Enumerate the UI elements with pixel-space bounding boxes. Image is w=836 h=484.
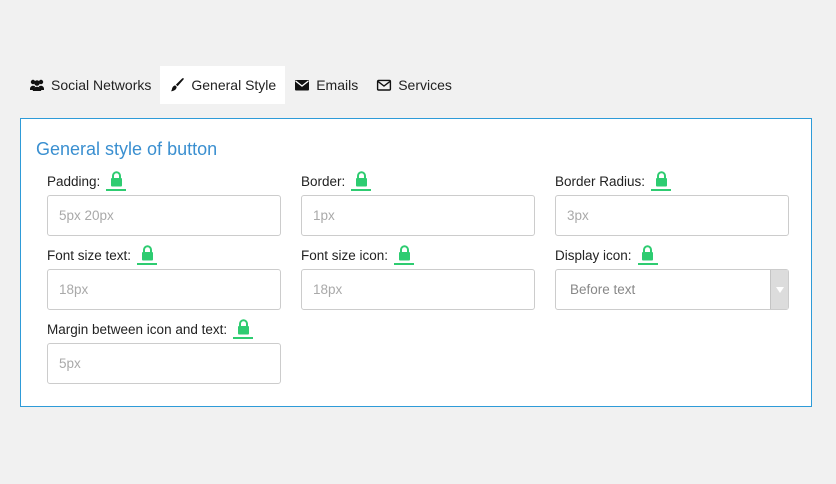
users-icon	[29, 77, 45, 93]
font-size-icon-field-group: Font size icon:	[301, 243, 537, 310]
tab-label: Services	[398, 77, 452, 93]
envelope-icon	[294, 77, 310, 93]
font-size-icon-label: Font size icon:	[301, 248, 389, 263]
border-radius-field-group: Border Radius:	[555, 169, 791, 236]
brush-icon	[169, 77, 185, 93]
tab-general-style[interactable]: General Style	[160, 66, 286, 104]
margin-input[interactable]	[47, 343, 281, 384]
dropdown-toggle[interactable]	[770, 270, 788, 309]
lock-icon[interactable]	[106, 171, 127, 191]
margin-field-group: Margin between icon and text:	[47, 317, 283, 384]
font-size-text-label: Font size text:	[47, 248, 132, 263]
lock-icon[interactable]	[351, 171, 372, 191]
tab-bar: Social Networks General Style Emails Ser…	[20, 66, 461, 104]
tab-services[interactable]: Services	[367, 66, 461, 104]
lock-icon[interactable]	[637, 245, 658, 265]
padding-input[interactable]	[47, 195, 281, 236]
font-size-text-field-group: Font size text:	[47, 243, 283, 310]
tab-label: Emails	[316, 77, 359, 93]
tab-emails[interactable]: Emails	[285, 66, 367, 104]
lock-icon[interactable]	[394, 245, 415, 265]
panel-title: General style of button	[36, 139, 218, 159]
border-radius-label: Border Radius:	[555, 174, 646, 189]
lock-icon[interactable]	[651, 171, 672, 191]
border-label: Border:	[301, 174, 346, 189]
envelope-outline-icon	[376, 77, 392, 93]
display-icon-selected-value: Before text	[570, 282, 636, 297]
font-size-icon-input[interactable]	[301, 269, 535, 310]
border-input[interactable]	[301, 195, 535, 236]
font-size-text-input[interactable]	[47, 269, 281, 310]
padding-label: Padding:	[47, 174, 101, 189]
lock-icon[interactable]	[137, 245, 158, 265]
border-field-group: Border:	[301, 169, 537, 236]
display-icon-field-group: Display icon: Before text	[555, 243, 791, 310]
tab-label: Social Networks	[51, 77, 152, 93]
border-radius-input[interactable]	[555, 195, 789, 236]
padding-field-group: Padding:	[47, 169, 283, 236]
lock-icon[interactable]	[233, 319, 254, 339]
margin-label: Margin between icon and text:	[47, 322, 228, 337]
display-icon-label: Display icon:	[555, 248, 632, 263]
tab-label: General Style	[191, 77, 277, 93]
general-style-panel: General style of button Padding: Border:…	[20, 118, 812, 407]
display-icon-select[interactable]: Before text	[555, 269, 789, 310]
tab-social-networks[interactable]: Social Networks	[20, 66, 160, 104]
chevron-down-icon	[775, 286, 784, 293]
